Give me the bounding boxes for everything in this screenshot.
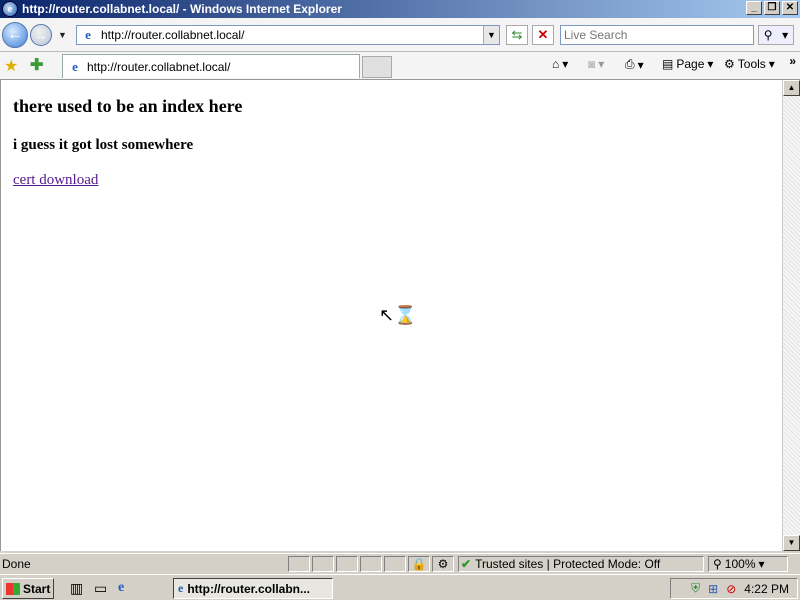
search-input[interactable] (561, 26, 753, 44)
forward-button[interactable]: → (30, 24, 52, 46)
home-button[interactable]: ⌂ ▾ (552, 57, 568, 71)
scroll-down-button[interactable]: ▼ (783, 535, 800, 551)
status-bar: Done 🔒 ⚙ ✔ Trusted sites | Protected Mod… (0, 553, 800, 573)
forward-icon: → (34, 27, 48, 43)
more-commands-icon[interactable]: » (789, 54, 796, 68)
navigation-bar: ← → ▼ e http://router.collabnet.local/ ▼… (0, 18, 800, 52)
status-text: Done (2, 557, 31, 571)
zoom-control[interactable]: ⚲ 100% ▾ (708, 556, 788, 572)
start-label: Start (23, 581, 51, 596)
history-dropdown-button[interactable]: ▼ (58, 30, 67, 40)
security-settings-icon[interactable]: ⚙ (432, 556, 454, 572)
checkmark-icon: ✔ (461, 557, 472, 571)
add-favorites-icon[interactable]: ✚ (30, 55, 43, 75)
search-button[interactable]: ⚲ ▾ (758, 25, 794, 45)
maximize-button[interactable]: ❐ (764, 1, 780, 15)
security-zone[interactable]: ✔ Trusted sites | Protected Mode: Off (458, 556, 704, 572)
page-menu-label: Page (676, 57, 705, 71)
page-heading: there used to be an index here (13, 96, 243, 116)
show-desktop-icon[interactable]: ▭ (94, 580, 107, 597)
stop-icon: ✕ (537, 27, 549, 42)
hourglass-cursor-icon: ↖⌛ (379, 305, 417, 325)
tools-gear-icon: ⚙ (724, 57, 735, 71)
status-pane (312, 556, 334, 572)
server-manager-icon[interactable]: ▥ (70, 580, 83, 597)
security-shield-icon[interactable]: ⛨ (691, 581, 700, 596)
favorites-star-icon[interactable]: ★ (4, 56, 18, 76)
page-icon: ▤ (662, 57, 674, 71)
search-options-icon[interactable]: ▾ (782, 28, 788, 42)
start-button[interactable]: Start (2, 578, 54, 599)
back-button[interactable]: ← (2, 22, 28, 48)
ie-icon: e (178, 581, 184, 595)
window-controls: _ ❐ ✕ (746, 1, 798, 15)
minimize-button[interactable]: _ (746, 1, 762, 15)
address-dropdown-button[interactable]: ▼ (483, 26, 499, 44)
vertical-scrollbar[interactable]: ▲ ▼ (782, 80, 800, 551)
clock[interactable]: 4:22 PM (744, 582, 789, 596)
feeds-icon: ◙ (588, 57, 596, 71)
ie-icon: e (2, 1, 18, 17)
window-title: http://router.collabnet.local/ - Windows… (22, 2, 342, 16)
command-bar: ★ ✚ e http://router.collabnet.local/ ⌂ ▾ … (0, 52, 800, 80)
status-pane (288, 556, 310, 572)
tab-current[interactable]: e http://router.collabnet.local/ (62, 54, 360, 78)
tools-menu-label: Tools (737, 57, 766, 71)
address-text[interactable]: http://router.collabnet.local/ (101, 28, 244, 42)
scroll-up-button[interactable]: ▲ (783, 80, 800, 96)
windows-logo-icon (6, 582, 20, 595)
back-icon: ← (7, 26, 23, 43)
zoom-dropdown-icon[interactable]: ▾ (759, 557, 765, 571)
home-icon: ⌂ (552, 57, 560, 71)
zoom-level: 100% (724, 557, 756, 571)
search-box[interactable] (560, 25, 754, 45)
feeds-button[interactable]: ◙ ▾ (588, 57, 604, 71)
status-pane (336, 556, 358, 572)
page-subheading: i guess it got lost somewhere (13, 137, 194, 153)
status-pane (384, 556, 406, 572)
ie-tab-icon: e (72, 58, 78, 74)
network-icon[interactable]: ⊞ (708, 582, 718, 596)
print-button[interactable]: ⎙ ▾ (625, 57, 644, 72)
system-tray: ⛨ ⊞ ⊘ 4:22 PM (670, 578, 798, 599)
stop-button[interactable]: ✕ (532, 25, 554, 45)
taskbar: Start ▥ ▭ e e http://router.collabn... ⛨… (0, 574, 800, 600)
taskbar-ie-button[interactable]: e http://router.collabn... (173, 578, 333, 599)
page-menu-button[interactable]: ▤ Page ▾ (662, 57, 713, 71)
title-bar: e http://router.collabnet.local/ - Windo… (0, 0, 800, 18)
zoom-icon: ⚲ (713, 557, 722, 571)
tools-menu-button[interactable]: ⚙ Tools ▾ (724, 57, 775, 71)
ie-page-icon: e (85, 27, 91, 42)
cert-download-link[interactable]: cert download (13, 172, 98, 189)
task-label: http://router.collabn... (187, 581, 310, 596)
zone-text: Trusted sites | Protected Mode: Off (475, 557, 661, 571)
lock-icon[interactable]: 🔒 (408, 556, 430, 572)
search-icon: ⚲ (763, 28, 773, 42)
volume-icon[interactable]: ⊘ (726, 582, 736, 596)
ie-quicklaunch-icon[interactable]: e (118, 580, 124, 596)
close-button[interactable]: ✕ (782, 1, 798, 15)
address-bar[interactable]: e http://router.collabnet.local/ ▼ (76, 25, 500, 45)
new-tab-button[interactable] (362, 56, 392, 78)
tab-label: http://router.collabnet.local/ (87, 59, 231, 74)
refresh-icon: ⇆ (511, 27, 523, 42)
print-icon: ⎙ (625, 57, 635, 71)
refresh-button[interactable]: ⇆ (506, 25, 528, 45)
status-pane (360, 556, 382, 572)
